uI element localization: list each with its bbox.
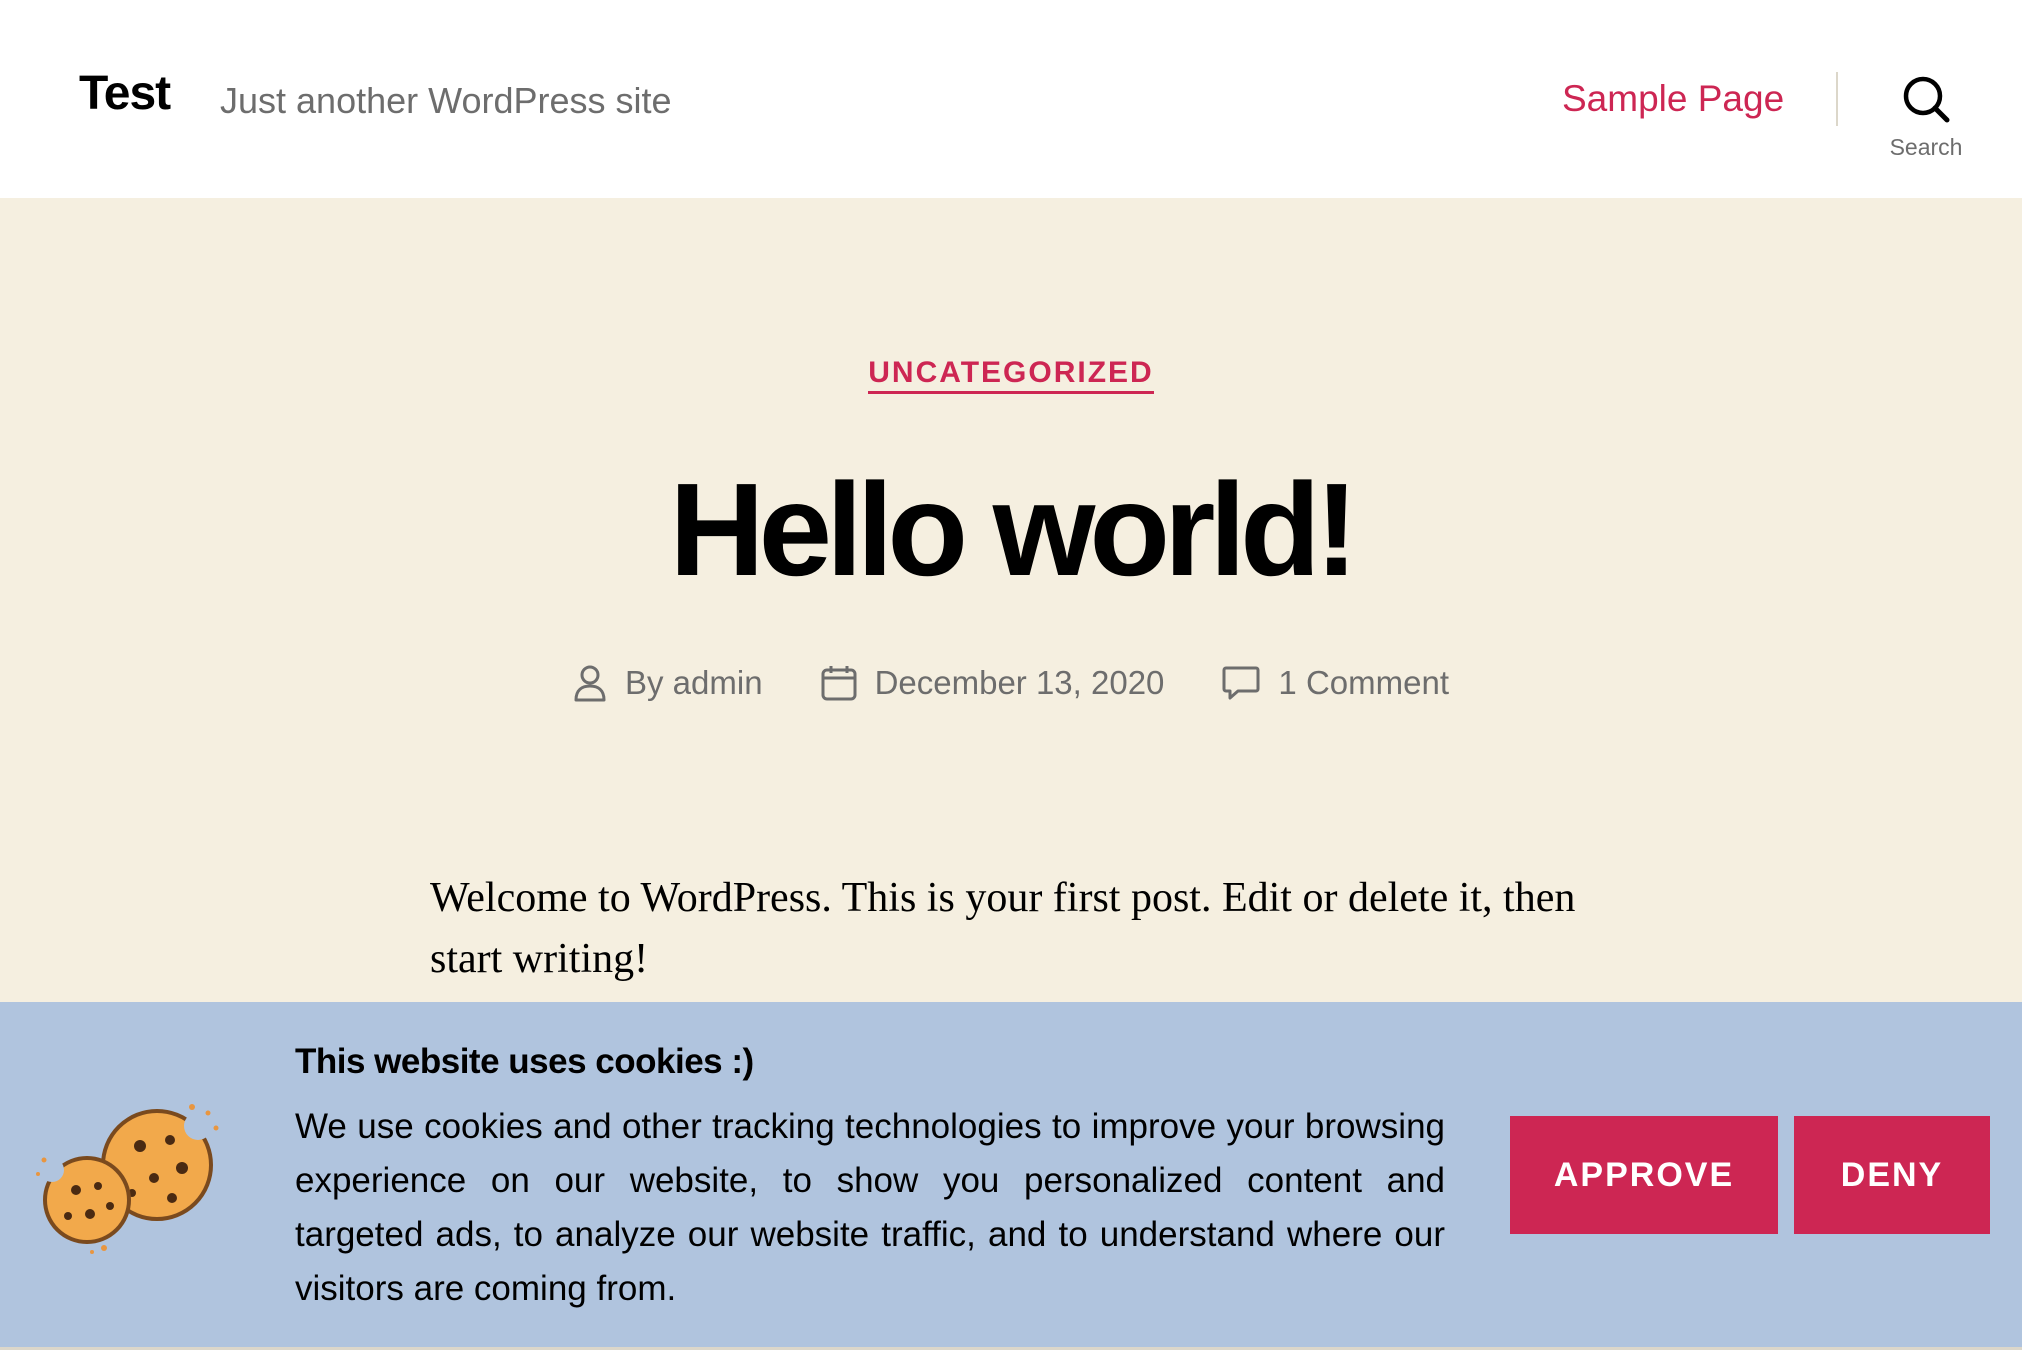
search-toggle-button[interactable]: Search bbox=[1866, 70, 1986, 170]
cookie-text: We use cookies and other tracking techno… bbox=[295, 1107, 1445, 1308]
search-icon bbox=[1903, 76, 1950, 123]
post-comments: 1 Comment bbox=[1222, 664, 1449, 702]
nav-item-sample-page[interactable]: Sample Page bbox=[1562, 78, 1784, 120]
nav-divider bbox=[1836, 72, 1838, 126]
approve-button[interactable]: APPROVE bbox=[1510, 1116, 1778, 1234]
site-tagline: Just another WordPress site bbox=[220, 80, 672, 121]
cookie-banner: This website uses cookies :) We use cook… bbox=[0, 1002, 2022, 1348]
post-title: Hello world! bbox=[669, 456, 1358, 603]
comment-icon bbox=[1222, 666, 1260, 700]
post-meta: By admin December 13, 2020 1 Comment bbox=[0, 664, 2022, 702]
post-author: By admin bbox=[573, 664, 763, 702]
post-category: UNCATEGORIZED bbox=[0, 356, 2022, 394]
search-label: Search bbox=[1889, 134, 1963, 160]
author-link[interactable]: By admin bbox=[625, 664, 763, 702]
post-content: Welcome to WordPress. This is your first… bbox=[430, 875, 1576, 982]
cookie-title: This website uses cookies :) bbox=[295, 1042, 754, 1081]
cookie-icon bbox=[36, 1104, 219, 1254]
deny-button[interactable]: DENY bbox=[1794, 1116, 1990, 1234]
site-title[interactable]: Test bbox=[79, 66, 171, 121]
category-link-uncategorized[interactable]: UNCATEGORIZED bbox=[868, 356, 1154, 394]
date-link[interactable]: December 13, 2020 bbox=[875, 664, 1165, 702]
calendar-icon bbox=[821, 666, 857, 701]
user-icon bbox=[574, 665, 606, 702]
comments-link[interactable]: 1 Comment bbox=[1278, 664, 1449, 702]
site-header: Test Just another WordPress site Sample … bbox=[0, 0, 2022, 198]
post-date: December 13, 2020 bbox=[821, 664, 1165, 702]
